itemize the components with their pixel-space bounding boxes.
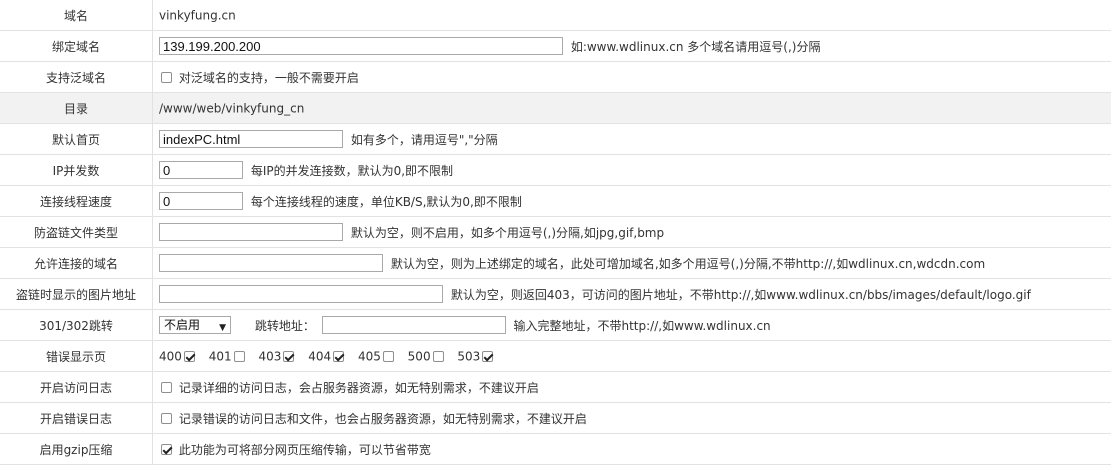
error-code-label: 500 [407, 349, 431, 364]
wildcard-text: 对泛域名的支持，一般不需要开启 [178, 70, 359, 85]
allowed-domains-hint: 默认为空，则为上述绑定的域名，此处可增加域名,如多个用逗号(,)分隔,不带htt… [390, 256, 986, 271]
row-redirect: 301/302跳转 不启用 ▼ 跳转地址： 输入完整地址，不带http://,如… [0, 309, 1111, 341]
wildcard-label: 支持泛域名 [0, 61, 153, 93]
hotlink-types-label: 防盗链文件类型 [0, 216, 153, 248]
redirect-target-label: 跳转地址： [254, 318, 315, 333]
ip-concurrency-label: IP并发数 [0, 154, 153, 186]
bind-domain-label: 绑定域名 [0, 30, 153, 62]
row-error-pages: 错误显示页 400 401 403 404 405 500 503 [0, 340, 1111, 372]
directory-value: /www/web/vinkyfung_cn [159, 101, 305, 116]
error-code-checkbox[interactable] [333, 350, 345, 362]
access-log-text: 记录详细的访问日志，会占服务器资源，如无特别需求，不建议开启 [178, 380, 539, 395]
redirect-select-value: 不启用 [164, 318, 201, 332]
hotlink-image-label: 盗链时显示的图片地址 [0, 278, 153, 310]
allowed-domains-label: 允许连接的域名 [0, 247, 153, 279]
row-domain: 域名 vinkyfung.cn [0, 0, 1111, 31]
redirect-hint: 输入完整地址，不带http://,如www.wdlinux.cn [513, 318, 771, 333]
row-wildcard: 支持泛域名 对泛域名的支持，一般不需要开启 [0, 61, 1111, 93]
error-code-label: 404 [308, 349, 332, 364]
access-log-label: 开启访问日志 [0, 371, 153, 403]
row-default-index: 默认首页 如有多个，请用逗号","分隔 [0, 123, 1111, 155]
chevron-down-icon: ▼ [219, 323, 226, 333]
thread-speed-input[interactable] [159, 192, 243, 210]
ip-concurrency-hint: 每IP的并发连接数，默认为0,即不限制 [250, 163, 454, 178]
error-code-label: 400 [159, 349, 182, 364]
error-code-checkbox[interactable] [183, 350, 195, 362]
row-access-log: 开启访问日志 记录详细的访问日志，会占服务器资源，如无特别需求，不建议开启 [0, 371, 1111, 403]
row-hotlink-types: 防盗链文件类型 默认为空，则不启用，如多个用逗号(,)分隔,如jpg,gif,b… [0, 216, 1111, 248]
row-bind-domain: 绑定域名 如:www.wdlinux.cn 多个域名请用逗号(,)分隔 [0, 30, 1111, 62]
hotlink-types-input[interactable] [159, 223, 343, 241]
error-code-label: 405 [357, 349, 381, 364]
error-log-checkbox[interactable] [161, 412, 172, 424]
row-gzip: 启用gzip压缩 此功能为可将部分网页压缩传输，可以节省带宽 [0, 433, 1111, 465]
bind-domain-hint: 如:www.wdlinux.cn 多个域名请用逗号(,)分隔 [570, 39, 821, 54]
error-pages-label: 错误显示页 [0, 340, 153, 372]
domain-label: 域名 [0, 0, 153, 31]
error-code-checkbox[interactable] [283, 350, 295, 362]
redirect-target-input[interactable] [321, 316, 506, 334]
error-code-label: 503 [457, 349, 481, 364]
row-allowed-domains: 允许连接的域名 默认为空，则为上述绑定的域名，此处可增加域名,如多个用逗号(,)… [0, 247, 1111, 279]
gzip-checkbox[interactable] [161, 443, 172, 455]
bind-domain-input[interactable] [159, 37, 563, 55]
default-index-input[interactable] [159, 130, 343, 148]
hotlink-image-input[interactable] [159, 285, 443, 303]
thread-speed-label: 连接线程速度 [0, 185, 153, 217]
hotlink-types-hint: 默认为空，则不启用，如多个用逗号(,)分隔,如jpg,gif,bmp [350, 225, 665, 240]
error-code-label: 401 [208, 349, 232, 364]
row-directory: 目录 /www/web/vinkyfung_cn [0, 92, 1111, 124]
error-code-checkbox[interactable] [233, 350, 245, 362]
domain-value: vinkyfung.cn [159, 8, 236, 23]
error-log-text: 记录错误的访问日志和文件，也会占服务器资源，如无特别需求，不建议开启 [178, 411, 587, 426]
error-code-checkbox[interactable] [432, 350, 444, 362]
default-index-label: 默认首页 [0, 123, 153, 155]
row-hotlink-image: 盗链时显示的图片地址 默认为空，则返回403，可访问的图片地址，不带http:/… [0, 278, 1111, 310]
allowed-domains-input[interactable] [159, 254, 383, 272]
hotlink-image-hint: 默认为空，则返回403，可访问的图片地址，不带http://,如www.wdli… [450, 287, 1031, 302]
gzip-text: 此功能为可将部分网页压缩传输，可以节省带宽 [178, 442, 431, 457]
error-log-label: 开启错误日志 [0, 402, 153, 434]
row-error-log: 开启错误日志 记录错误的访问日志和文件，也会占服务器资源，如无特别需求，不建议开… [0, 402, 1111, 434]
ip-concurrency-input[interactable] [159, 161, 243, 179]
row-thread-speed: 连接线程速度 每个连接线程的速度，单位KB/S,默认为0,即不限制 [0, 185, 1111, 217]
access-log-checkbox[interactable] [161, 381, 172, 393]
site-settings-table: 域名 vinkyfung.cn 绑定域名 如:www.wdlinux.cn 多个… [0, 0, 1111, 465]
redirect-label: 301/302跳转 [0, 309, 153, 341]
redirect-select[interactable]: 不启用 ▼ [159, 316, 231, 334]
error-code-label: 403 [258, 349, 282, 364]
error-code-checkbox[interactable] [482, 350, 494, 362]
error-code-checkbox[interactable] [382, 350, 394, 362]
row-ip-concurrency: IP并发数 每IP的并发连接数，默认为0,即不限制 [0, 154, 1111, 186]
default-index-hint: 如有多个，请用逗号","分隔 [350, 132, 498, 147]
directory-label: 目录 [0, 92, 153, 124]
wildcard-checkbox[interactable] [161, 71, 172, 83]
thread-speed-hint: 每个连接线程的速度，单位KB/S,默认为0,即不限制 [250, 194, 522, 209]
gzip-label: 启用gzip压缩 [0, 433, 153, 465]
